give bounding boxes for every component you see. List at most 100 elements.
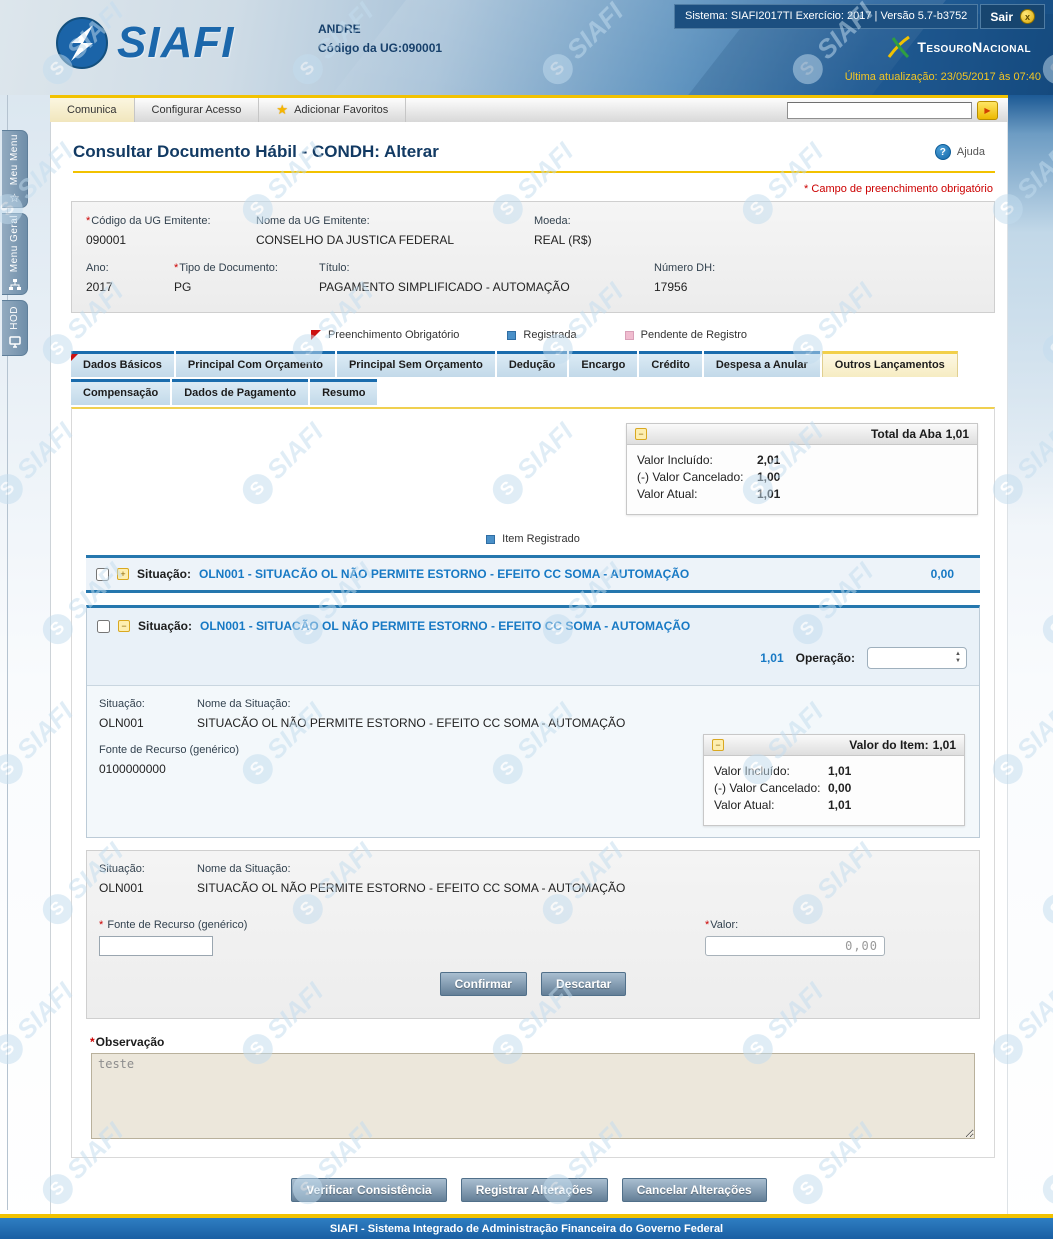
confirmar-button[interactable]: Confirmar [440, 972, 527, 996]
logout-button[interactable]: Sair x [980, 4, 1045, 29]
close-icon[interactable]: x [1020, 9, 1035, 24]
edit-valor: *Valor: [705, 919, 885, 956]
verificar-consistencia-button[interactable]: Verificar Consistência [291, 1178, 446, 1202]
valor-item-value: 1,01 [933, 738, 956, 752]
app-header: SIAFI ANDRE Código da UG:090001 Sistema:… [0, 0, 1053, 95]
valor-input[interactable] [705, 936, 885, 956]
star-outline-icon: ☆ [9, 192, 20, 204]
main-content: Consultar Documento Hábil - CONDH: Alter… [50, 122, 1008, 1214]
pending-square-icon [625, 331, 634, 340]
tab-dados-basicos[interactable]: Dados Básicos [71, 351, 174, 377]
descartar-button[interactable]: Descartar [541, 972, 626, 996]
menu-item-comunica[interactable]: Comunica [50, 98, 135, 122]
tab-principal-com-orcamento[interactable]: Principal Com Orçamento [176, 351, 335, 377]
edit-nome-situacao: Nome da Situação: SITUACÃO OL NÃO PERMIT… [197, 863, 625, 895]
situacao-link[interactable]: OLN001 - SITUACÃO OL NÃO PERMITE ESTORNO… [199, 567, 689, 581]
page-title: Consultar Documento Hábil - CONDH: Alter… [73, 142, 439, 162]
tesouro-word2: Nacional [972, 39, 1031, 55]
last-update: Última atualização: 23/05/2017 às 07:40 [845, 71, 1041, 83]
sidebar-item-hod[interactable]: HOD [2, 300, 28, 356]
required-flag-icon [71, 354, 78, 361]
field-nome-ug: Nome da UG Emitente: CONSELHO DA JUSTICA… [256, 215, 534, 247]
tab-resumo[interactable]: Resumo [310, 379, 377, 405]
help-icon: ? [935, 144, 951, 160]
registrar-alteracoes-button[interactable]: Registrar Alterações [461, 1178, 608, 1202]
page-actions: Verificar Consistência Registrar Alteraç… [51, 1178, 1007, 1202]
field-ano: Ano: 2017 [86, 262, 174, 294]
sitemap-icon [9, 279, 21, 293]
legend-registered: Registrada [507, 329, 576, 341]
search-go-button[interactable]: ▶ [977, 101, 998, 120]
detail-situacao: Situação: OLN001 [99, 698, 197, 730]
legend-item-registered: Item Registrado [84, 533, 982, 545]
tab-principal-sem-orcamento[interactable]: Principal Sem Orçamento [337, 351, 495, 377]
menu-bar: Comunica Configurar Acesso ★ Adicionar F… [50, 95, 1008, 122]
siafi-logo: SIAFI [55, 16, 234, 70]
tab-encargo[interactable]: Encargo [569, 351, 637, 377]
right-gutter-decoration [1008, 95, 1053, 525]
user-info: ANDRE Código da UG:090001 [318, 20, 442, 58]
situacao-row-1: + Situação: OLN001 - SITUACÃO OL NÃO PER… [86, 555, 980, 593]
collapse-icon[interactable]: − [118, 620, 130, 632]
situacao-checkbox[interactable] [96, 568, 109, 581]
document-header-box: *Código da UG Emitente: 090001 Nome da U… [71, 201, 995, 313]
operacao-select[interactable]: ▲ ▼ [867, 647, 967, 669]
tab-credito[interactable]: Crédito [639, 351, 702, 377]
collapse-icon[interactable]: − [635, 428, 647, 440]
tab-deducao[interactable]: Dedução [497, 351, 567, 377]
situacao-detail: Situação: OLN001 Nome da Situação: SITUA… [87, 685, 979, 837]
situacao-panel-2: − Situação: OLN001 - SITUACÃO OL NÃO PER… [86, 605, 980, 838]
required-flag-icon [311, 330, 321, 340]
siafi-logo-text: SIAFI [117, 18, 234, 68]
tab-despesa-a-anular[interactable]: Despesa a Anular [704, 351, 820, 377]
fonte-recurso-input[interactable] [99, 936, 213, 956]
system-info: Sistema: SIAFI2017TI Exercício: 2017 | V… [674, 4, 978, 29]
system-bar: Sistema: SIAFI2017TI Exercício: 2017 | V… [674, 4, 1045, 29]
field-numero-dh: Número DH: 17956 [654, 262, 715, 294]
total-aba-panel: − Total da Aba1,01 Valor Incluído:2,01 (… [626, 423, 978, 515]
help-button[interactable]: ? Ajuda [935, 144, 985, 160]
logout-label: Sair [990, 10, 1013, 24]
total-aba-value: 1,01 [946, 427, 969, 441]
edit-fonte-recurso: * Fonte de Recurso (genérico) [99, 919, 247, 956]
detail-nome-situacao: Nome da Situação: SITUACÃO OL NÃO PERMIT… [197, 698, 625, 730]
menu-item-adicionar-favoritos[interactable]: ★ Adicionar Favoritos [259, 98, 406, 122]
observacao-label: *Observação [90, 1035, 982, 1049]
field-titulo: Título: PAGAMENTO SIMPLIFICADO - AUTOMAÇ… [319, 262, 654, 294]
app-footer: SIAFI - Sistema Integrado de Administraç… [0, 1214, 1053, 1239]
registered-square-icon [507, 331, 516, 340]
field-tipo-documento: *Tipo de Documento: PG [174, 262, 319, 294]
siafi-watermark: SSIAFI [1036, 837, 1053, 931]
footer-text: SIAFI - Sistema Integrado de Administraç… [330, 1223, 723, 1235]
cancelar-alteracoes-button[interactable]: Cancelar Alterações [622, 1178, 767, 1202]
spinner-arrows-icon: ▲ ▼ [955, 652, 961, 664]
tab-outros-lancamentos[interactable]: Outros Lançamentos [822, 351, 958, 377]
user-name: ANDRE [318, 20, 442, 39]
expand-icon[interactable]: + [117, 568, 129, 580]
valor-item-panel: − Valor do Item:1,01 Valor Incluído:1,01… [703, 734, 965, 826]
star-icon: ★ [276, 102, 288, 118]
tab-strip: Dados Básicos Principal Com Orçamento Pr… [71, 351, 995, 405]
sidebar-item-menu-geral[interactable]: Menu Geral [2, 213, 28, 295]
sidebar-item-meu-menu[interactable]: Meu Menu ☆ [2, 130, 28, 208]
observacao-textarea[interactable]: teste [91, 1053, 975, 1139]
help-label: Ajuda [957, 146, 985, 158]
situacao-value: 1,01 [760, 651, 783, 665]
menu-item-configurar-acesso[interactable]: Configurar Acesso [135, 98, 260, 122]
ug-value: 090001 [402, 41, 442, 55]
search-area: ▶ [787, 98, 1008, 122]
search-input[interactable] [787, 102, 972, 119]
required-note: * Campo de preenchimento obrigatório [51, 183, 993, 195]
siafi-logo-icon [55, 16, 109, 70]
tab-compensacao[interactable]: Compensação [71, 379, 170, 405]
tesouro-icon [886, 34, 912, 60]
siafi-watermark: SSIAFI [1036, 1117, 1053, 1211]
go-arrow-icon: ▶ [984, 106, 990, 115]
tab-dados-de-pagamento[interactable]: Dados de Pagamento [172, 379, 308, 405]
situacao-link[interactable]: OLN001 - SITUACÃO OL NÃO PERMITE ESTORNO… [200, 619, 690, 633]
situacao-checkbox[interactable] [97, 620, 110, 633]
legend-required: Preenchimento Obrigatório [311, 329, 459, 341]
situacao-value: 0,00 [931, 567, 970, 581]
tab-content-panel: − Total da Aba1,01 Valor Incluído:2,01 (… [71, 407, 995, 1158]
collapse-icon[interactable]: − [712, 739, 724, 751]
